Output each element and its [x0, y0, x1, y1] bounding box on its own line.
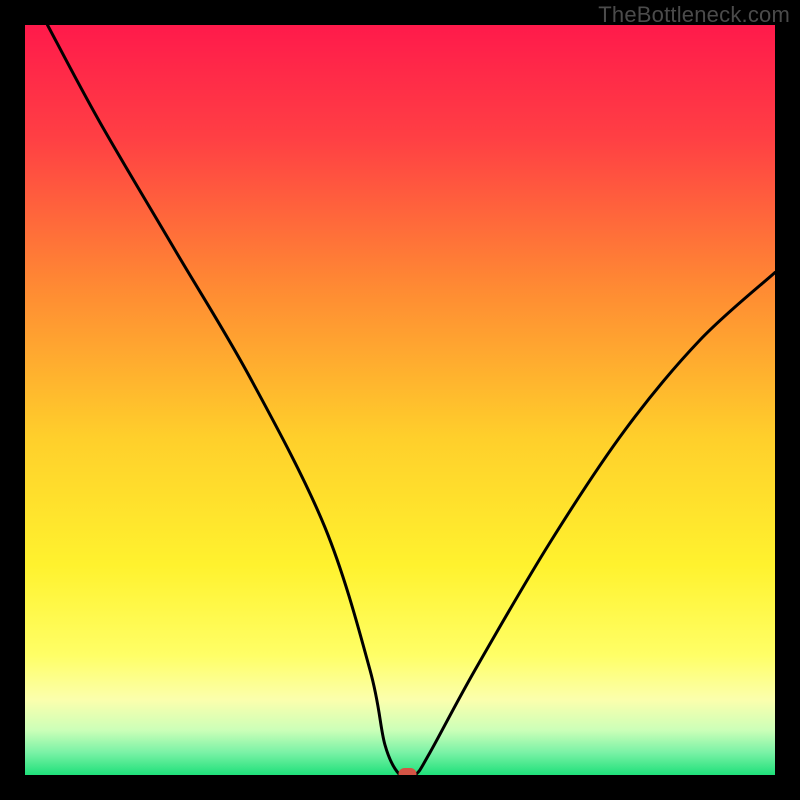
watermark-label: TheBottleneck.com	[598, 2, 790, 28]
chart-svg	[25, 25, 775, 775]
plot-area	[25, 25, 775, 775]
chart-frame: TheBottleneck.com	[0, 0, 800, 800]
optimum-marker	[399, 768, 417, 775]
gradient-background	[25, 25, 775, 775]
